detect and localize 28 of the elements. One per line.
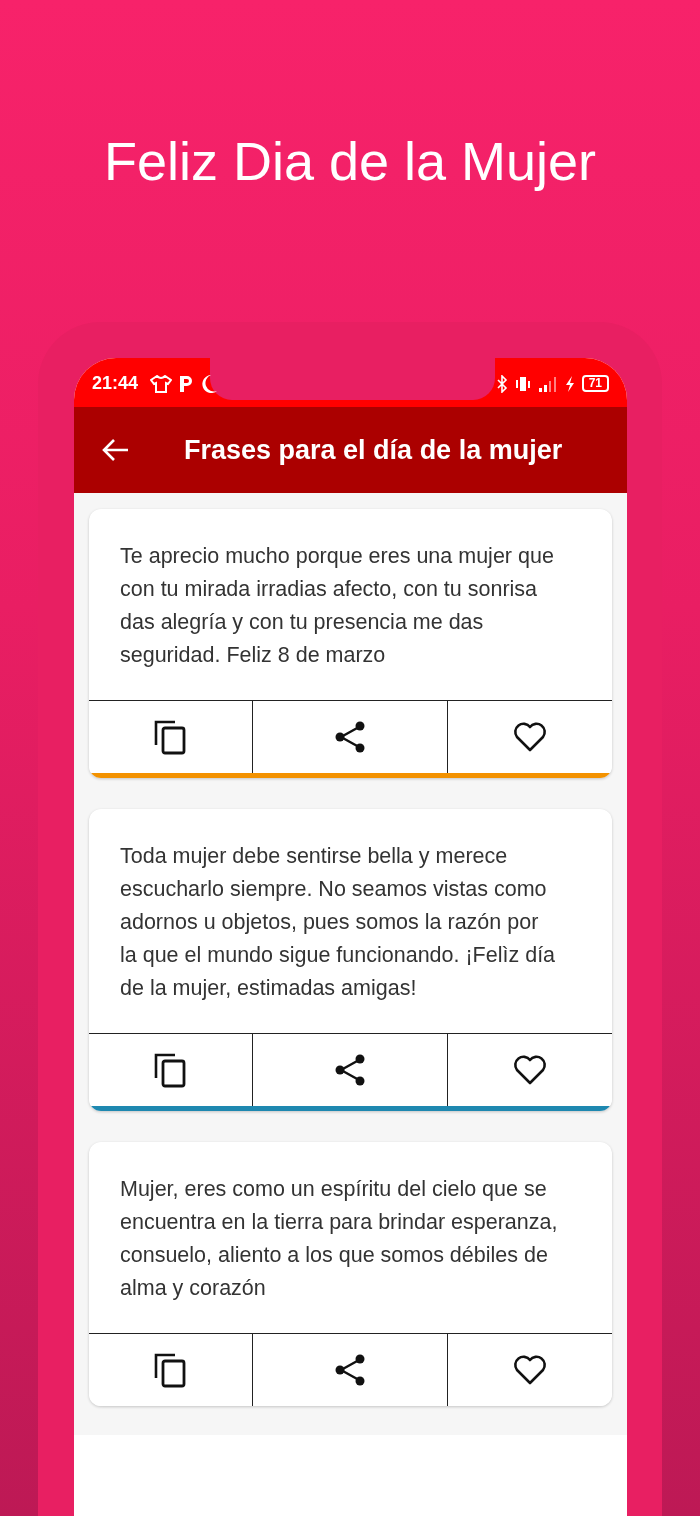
share-icon[interactable] <box>333 1353 367 1387</box>
share-button[interactable] <box>252 701 448 773</box>
quote-text: Mujer, eres como un espíritu del cielo que se encuentra en la tierra para brindar esperanza, consuelo, aliento a los que somos débiles de alma y corazón <box>119 1176 559 1302</box>
charging-icon <box>563 374 576 393</box>
share-button[interactable] <box>252 1034 448 1106</box>
copy-icon[interactable] <box>153 1052 188 1088</box>
quote-text: Toda mujer debe sentirse bella y merece escucharlo siempre. No seamos vistas como adornos u objetos, pues somos la razón por la que el mundo sigue funcionando. ¡Felìz día de la mujer, estimadas amigas! <box>119 843 557 1002</box>
favorite-button[interactable] <box>447 1334 612 1406</box>
parking-icon <box>178 374 194 393</box>
share-icon[interactable] <box>333 720 367 754</box>
heart-icon[interactable] <box>512 1354 547 1386</box>
heart-icon[interactable] <box>512 721 547 753</box>
app-title: Frases para el día de la mujer <box>184 434 563 466</box>
bluetooth-icon <box>495 374 508 393</box>
moon-icon <box>199 373 218 394</box>
status-time: 21:44 <box>92 373 139 394</box>
quote-text: Te aprecio mucho porque eres una mujer que con tu mirada irradias afecto, con tu sonrisa das alegría y con tu presencia me das seguridad. Feliz 8 de marzo <box>119 543 555 669</box>
heart-icon[interactable] <box>512 1054 547 1086</box>
share-button[interactable] <box>252 1334 448 1406</box>
signal-icon <box>537 374 558 393</box>
copy-icon[interactable] <box>153 1352 188 1388</box>
battery-indicator: 71 <box>581 375 609 392</box>
copy-icon[interactable] <box>153 719 188 755</box>
vibrate-icon <box>513 374 532 393</box>
headline: Feliz Dia de la Mujer <box>103 130 597 193</box>
share-icon[interactable] <box>333 1053 367 1087</box>
shirt-icon <box>150 374 173 393</box>
copy-button[interactable] <box>89 1334 253 1406</box>
